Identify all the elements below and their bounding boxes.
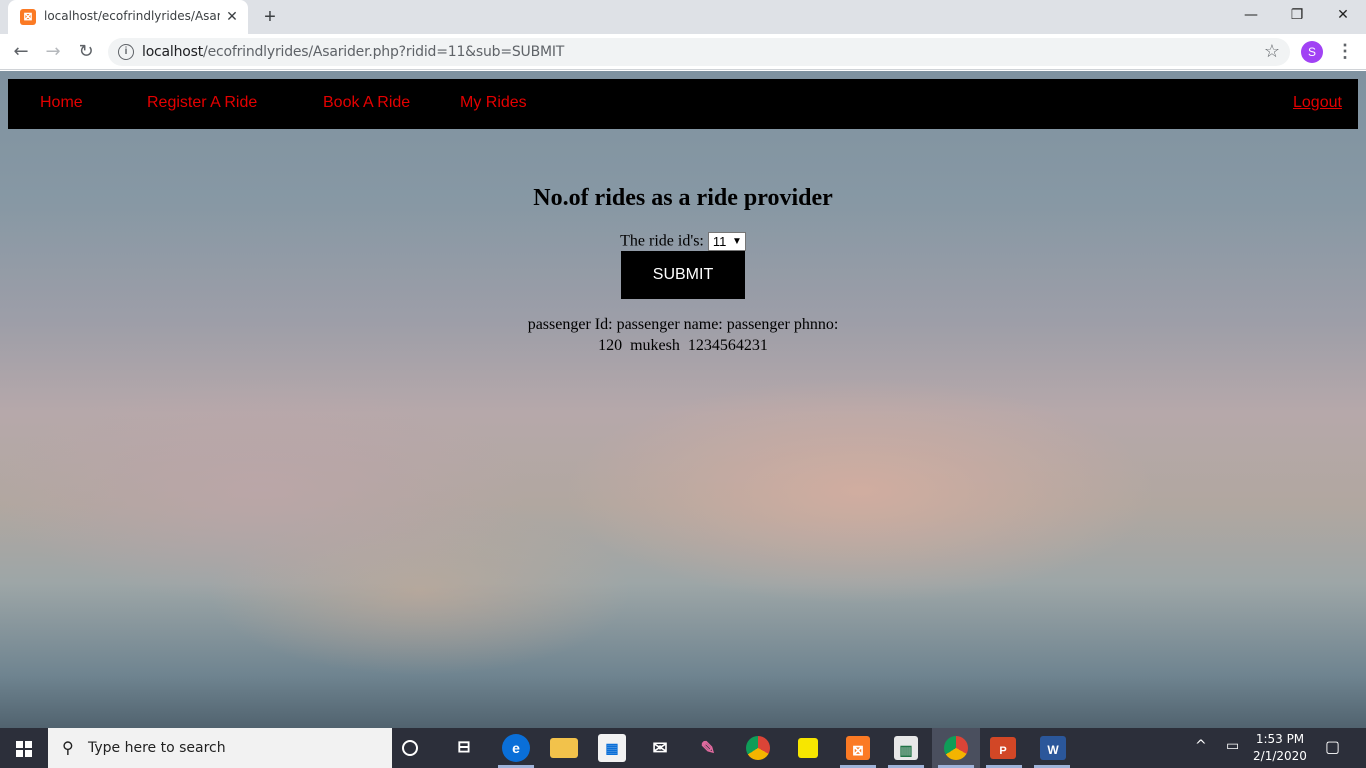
chart-app-icon[interactable]: ▥	[894, 736, 918, 760]
notification-icon[interactable]: ▢	[1325, 737, 1340, 756]
battery-icon[interactable]: ▭	[1226, 738, 1239, 754]
chrome-icon[interactable]	[746, 736, 770, 760]
address-bar[interactable]: i localhost/ecofrindlyrides/Asarider.php…	[108, 38, 1290, 66]
url-host: localhost	[142, 44, 204, 60]
search-icon: ⚲	[62, 740, 74, 757]
page-viewport: Home Register A Ride Book A Ride My Ride…	[0, 71, 1366, 728]
submit-button[interactable]: SUBMIT	[621, 251, 745, 299]
clock-date[interactable]: 2/1/2020	[1250, 749, 1310, 763]
result-row: 120 mukesh 1234564231	[598, 337, 768, 354]
ride-id-label: The ride id's:	[620, 232, 704, 250]
url-text[interactable]: localhost/ecofrindlyrides/Asarider.php?r…	[142, 44, 564, 60]
store-icon[interactable]: ▦	[598, 734, 626, 762]
nav-book-ride-link[interactable]: Book A Ride	[323, 94, 410, 112]
xampp-icon[interactable]: ⊠	[846, 736, 870, 760]
url-path: /ecofrindlyrides/Asarider.php?ridid=11&s…	[203, 44, 565, 60]
chrome-profile-icon[interactable]	[944, 736, 968, 760]
nav-my-rides-link[interactable]: My Rides	[460, 94, 527, 112]
ride-id-selected-value: 11	[712, 234, 727, 249]
nav-register-ride-link[interactable]: Register A Ride	[147, 94, 257, 112]
browser-toolbar: ← → ↻ i localhost/ecofrindlyrides/Asarid…	[0, 34, 1366, 70]
taskbar-search-box[interactable]: ⚲ Type here to search	[48, 728, 392, 768]
browser-tabstrip: ⊠ localhost/ecofrindlyrides/Asaride ✕ + …	[0, 0, 1366, 34]
mail-icon[interactable]: ✉	[646, 734, 674, 762]
clock-time[interactable]: 1:53 PM	[1250, 732, 1310, 746]
site-navbar: Home Register A Ride Book A Ride My Ride…	[8, 79, 1358, 129]
browser-menu-icon[interactable]: ⋮	[1336, 40, 1354, 64]
word-icon[interactable]: W	[1040, 736, 1066, 760]
nav-home-link[interactable]: Home	[40, 94, 83, 112]
bookmark-star-icon[interactable]: ☆	[1264, 41, 1280, 62]
taskbar-search-placeholder: Type here to search	[88, 740, 226, 756]
chevron-up-icon[interactable]: ^	[1195, 738, 1207, 754]
tab-close-icon[interactable]: ✕	[224, 8, 240, 24]
powerpoint-icon[interactable]: P	[990, 737, 1016, 759]
windows-logo-icon	[16, 741, 32, 757]
close-window-button[interactable]: ✕	[1320, 0, 1366, 32]
browser-tab[interactable]: ⊠ localhost/ecofrindlyrides/Asaride ✕	[8, 0, 248, 34]
new-tab-button[interactable]: +	[258, 6, 282, 28]
site-info-icon[interactable]: i	[118, 44, 134, 60]
chevron-down-icon: ▼	[731, 236, 742, 247]
xampp-favicon-icon: ⊠	[20, 9, 36, 25]
page-title: No.of rides as a ride provider	[533, 185, 833, 211]
minimize-button[interactable]: —	[1228, 0, 1274, 32]
sticky-notes-icon[interactable]	[798, 738, 818, 758]
reload-icon[interactable]: ↻	[73, 40, 99, 64]
profile-avatar[interactable]: S	[1301, 41, 1323, 63]
edge-icon[interactable]: e	[502, 734, 530, 762]
task-view-icon[interactable]: ⊟	[450, 734, 478, 762]
start-button[interactable]	[0, 728, 48, 768]
windows-taskbar: ⚲ Type here to search ⊟ e ▦ ✉ ✎ ⊠ ▥ P W …	[0, 728, 1366, 768]
file-explorer-icon[interactable]	[550, 738, 578, 758]
paint-icon[interactable]: ✎	[694, 734, 722, 762]
back-arrow-icon[interactable]: ←	[8, 40, 34, 64]
tab-title: localhost/ecofrindlyrides/Asaride	[44, 9, 220, 23]
forward-arrow-icon[interactable]: →	[40, 40, 66, 64]
nav-logout-link[interactable]: Logout	[1293, 94, 1342, 112]
ride-id-row: The ride id's: 11 ▼	[0, 232, 1366, 251]
ride-id-select[interactable]: 11 ▼	[707, 232, 746, 251]
cortana-icon[interactable]	[402, 740, 418, 756]
restore-button[interactable]: ❐	[1274, 0, 1320, 32]
result-header: passenger Id: passenger name: passenger …	[527, 316, 839, 333]
